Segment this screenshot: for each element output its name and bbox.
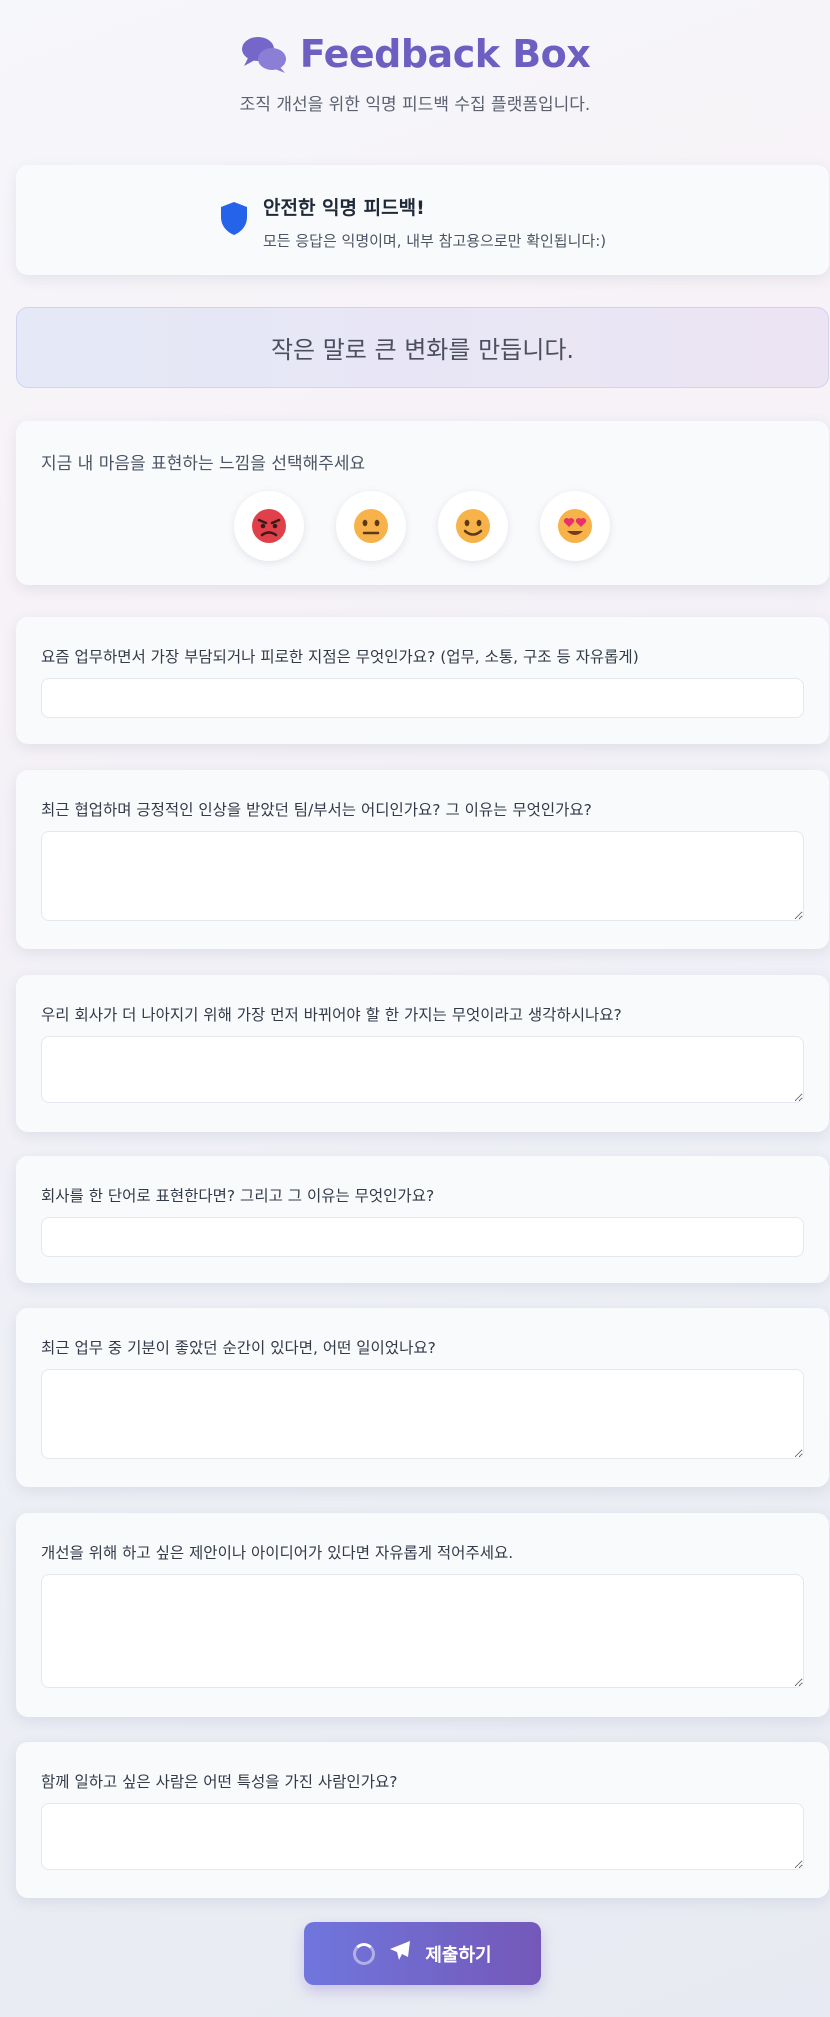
question-card-5: 최근 업무 중 기분이 좋았던 순간이 있다면, 어떤 일이었나요?: [16, 1308, 829, 1487]
shield-icon: [219, 191, 249, 251]
notice-subtitle: 모든 응답은 익명이며, 내부 참고용으로만 확인됩니다:): [263, 232, 607, 250]
question-card-4: 회사를 한 단어로 표현한다면? 그리고 그 이유는 무엇인가요?: [16, 1156, 829, 1283]
heart-eyes-face-icon: [558, 509, 592, 543]
title-row: Feedback Box: [0, 28, 830, 80]
question-label: 회사를 한 단어로 표현한다면? 그리고 그 이유는 무엇인가요?: [41, 1187, 435, 1205]
anonymity-notice-card: 안전한 익명 피드백! 모든 응답은 익명이며, 내부 참고용으로만 확인됩니다…: [16, 165, 829, 275]
smiling-face-button[interactable]: [438, 491, 508, 561]
submit-button[interactable]: 제출하기: [304, 1922, 541, 1985]
page-subtitle: 조직 개선을 위한 익명 피드백 수집 플랫폼입니다.: [239, 95, 591, 115]
answer-textarea[interactable]: [41, 1369, 804, 1459]
question-label: 개선을 위해 하고 싶은 제안이나 아이디어가 있다면 자유롭게 적어주세요.: [41, 1544, 514, 1562]
question-label: 최근 협업하며 긍정적인 인상을 받았던 팀/부서는 어디인가요? 그 이유는 …: [41, 801, 592, 819]
question-label: 우리 회사가 더 나아지기 위해 가장 먼저 바뀌어야 할 한 가지는 무엇이라…: [41, 1006, 622, 1024]
heart-eyes-face-button[interactable]: [540, 491, 610, 561]
angry-face-icon: [252, 509, 286, 543]
notice-title: 안전한 익명 피드백!: [263, 197, 425, 219]
mood-options: [234, 491, 610, 561]
motto-banner: 작은 말로 큰 변화를 만듭니다.: [16, 307, 829, 388]
neutral-face-button[interactable]: [336, 491, 406, 561]
paper-plane-icon: [389, 1940, 411, 1967]
comments-icon: [240, 34, 288, 74]
question-label: 함께 일하고 싶은 사람은 어떤 특성을 가진 사람인가요?: [41, 1773, 398, 1791]
smiling-face-icon: [456, 509, 490, 543]
page-title: Feedback Box: [299, 32, 591, 76]
mood-label: 지금 내 마음을 표현하는 느낌을 선택해주세요: [41, 454, 366, 474]
mood-selector-card: 지금 내 마음을 표현하는 느낌을 선택해주세요: [16, 421, 829, 585]
question-label: 최근 업무 중 기분이 좋았던 순간이 있다면, 어떤 일이었나요?: [41, 1339, 436, 1357]
angry-face-button[interactable]: [234, 491, 304, 561]
submit-label: 제출하기: [425, 1944, 492, 1965]
question-card-7: 함께 일하고 싶은 사람은 어떤 특성을 가진 사람인가요?: [16, 1742, 829, 1898]
neutral-face-icon: [354, 509, 388, 543]
question-label: 요즘 업무하면서 가장 부담되거나 피로한 지점은 무엇인가요? (업무, 소통…: [41, 648, 639, 666]
question-card-1: 요즘 업무하면서 가장 부담되거나 피로한 지점은 무엇인가요? (업무, 소통…: [16, 617, 829, 744]
answer-textarea[interactable]: [41, 1803, 804, 1870]
answer-textarea[interactable]: [41, 1574, 804, 1688]
answer-input[interactable]: [41, 1217, 804, 1257]
question-card-6: 개선을 위해 하고 싶은 제안이나 아이디어가 있다면 자유롭게 적어주세요.: [16, 1513, 829, 1717]
question-card-3: 우리 회사가 더 나아지기 위해 가장 먼저 바뀌어야 할 한 가지는 무엇이라…: [16, 975, 829, 1132]
answer-textarea[interactable]: [41, 1036, 804, 1103]
answer-textarea[interactable]: [41, 831, 804, 921]
answer-input[interactable]: [41, 678, 804, 718]
page-header: Feedback Box 조직 개선을 위한 익명 피드백 수집 플랫폼입니다.: [0, 28, 830, 115]
question-card-2: 최근 협업하며 긍정적인 인상을 받았던 팀/부서는 어디인가요? 그 이유는 …: [16, 770, 829, 949]
loading-spinner-icon: [353, 1942, 376, 1965]
